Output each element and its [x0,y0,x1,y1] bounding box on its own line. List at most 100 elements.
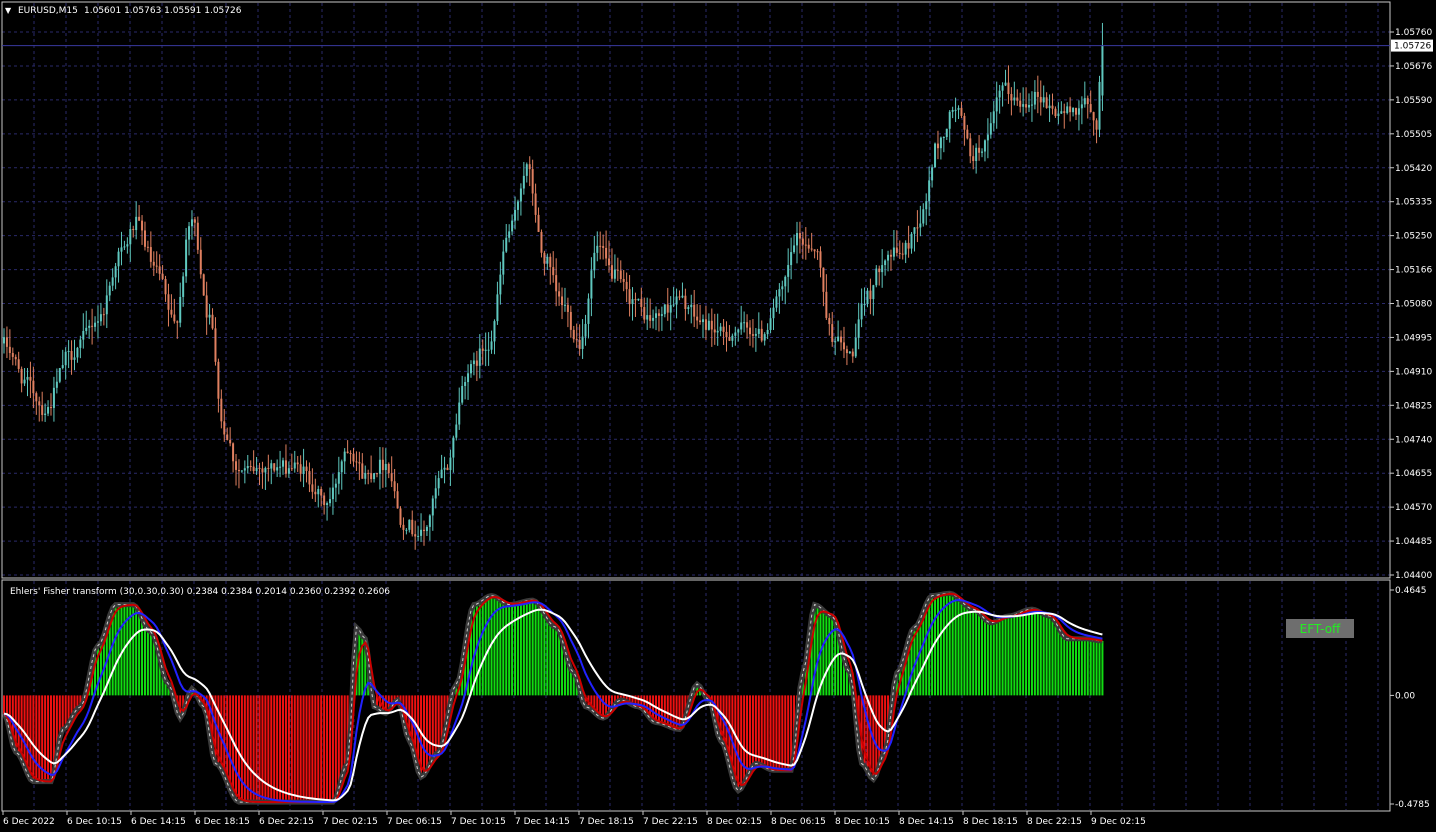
candle-body [493,321,496,342]
candle-body [1004,82,1007,86]
candle-body [975,147,978,162]
candle-body [1007,82,1010,95]
candle-body [481,348,484,351]
candle-body [863,303,866,305]
candle-body [414,534,417,537]
candle-body [502,251,505,275]
candle-body [99,314,102,322]
candle-body [138,216,141,221]
candle-body [657,313,660,316]
candle-body [41,405,44,415]
candle-body [135,216,138,231]
candle-body [129,229,132,245]
candle-body [1072,107,1075,113]
candle-body [813,249,816,252]
candle-body [326,503,329,505]
candle-body [884,260,887,266]
candle-body [643,307,646,320]
candle-body [67,350,70,352]
candle-body [508,231,511,238]
candle-body [296,462,299,465]
candle-body [540,231,543,253]
candle-body [155,265,158,267]
candle-body [202,274,205,296]
candle-body [308,471,311,485]
time-tick-label: 8 Dec 14:15 [899,817,954,827]
candle-body [393,481,396,492]
candle-body [346,451,349,454]
candle-body [834,341,837,343]
candle-body [91,325,94,327]
candle-body [775,296,778,308]
eft-off-button[interactable]: EFT-off [1286,619,1354,638]
candle-body [367,473,370,475]
candle-body [111,277,114,286]
price-tick-label: 1.04825 [1395,401,1432,411]
candle-body [713,329,716,333]
candle-body [290,468,293,470]
time-tick-label: 6 Dec 14:15 [131,817,186,827]
candle-body [252,466,255,472]
candle-body [358,462,361,464]
candle-body [514,209,517,221]
candle-body [17,359,20,369]
candle-body [640,298,643,308]
candle-body [1028,104,1031,108]
candle-body [936,143,939,149]
candle-body [38,401,41,406]
price-tick-label: 1.04655 [1395,469,1432,479]
candle-body [922,209,925,224]
candle-body [842,342,845,350]
candle-body [702,319,705,323]
candle-body [1048,105,1051,109]
candle-body [998,90,1001,98]
candle-body [490,341,493,350]
price-tick-label: 1.05335 [1395,198,1432,208]
candle-body [264,467,267,473]
price-tick-label: 1.05676 [1395,62,1432,72]
candle-body [895,247,898,253]
candle-body [381,459,384,471]
time-tick-label: 7 Dec 10:15 [451,817,506,827]
candle-body [746,322,749,328]
candle-body [408,519,411,530]
price-tick-label: 1.04400 [1395,571,1432,581]
candle-body [872,285,875,300]
candle-body [279,466,282,468]
candle-body [273,463,276,471]
candle-body [14,356,17,360]
candle-body [302,466,305,474]
candle-body [270,463,273,469]
candle-body [561,296,564,306]
candle-body [969,138,972,157]
candle-body [898,252,901,254]
candle-body [875,268,878,286]
candle-body [1045,97,1048,109]
candle-body [384,463,387,471]
candle-body [229,439,232,444]
time-tick-label: 8 Dec 22:15 [1027,817,1082,827]
candle-body [420,529,423,536]
price-tick-label: 1.05760 [1395,28,1432,38]
candle-body [246,465,249,469]
candle-body [687,307,690,309]
candle-body [543,252,546,264]
candle-body [696,316,699,321]
candle-body [47,407,50,414]
candle-body [305,466,308,472]
candle-body [881,265,884,273]
candle-body [669,305,672,313]
candle-body [161,273,164,279]
candle-body [79,339,82,348]
candle-body [655,313,658,318]
time-tick-label: 6 Dec 18:15 [195,817,250,827]
candle-body [323,495,326,505]
candle-body [226,434,229,440]
trading-chart[interactable]: 1.05726 ▼ EURUSD,M15 1.05601 1.05763 1.0… [0,0,1436,832]
candle-body [378,459,381,474]
candle-body [948,111,951,129]
candle-body [199,249,202,275]
candle-body [1101,45,1104,96]
chart-menu-triangle-icon[interactable]: ▼ [5,6,12,15]
candle-body [769,318,772,330]
